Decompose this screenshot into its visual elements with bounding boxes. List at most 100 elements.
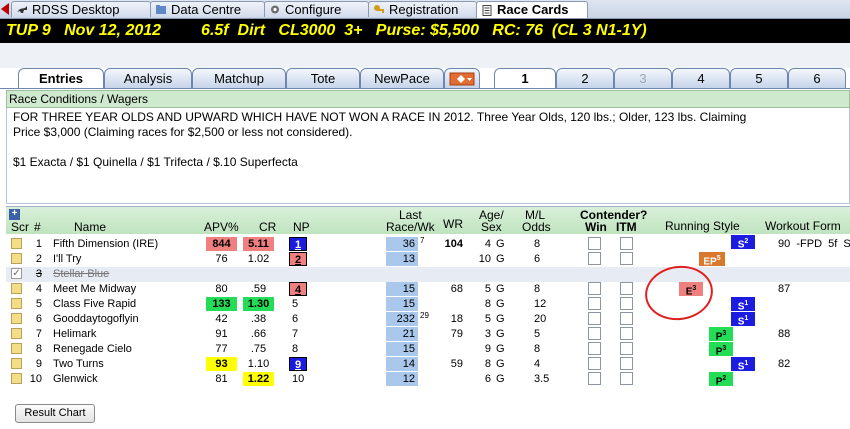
sex-value: G	[496, 358, 505, 370]
itm-checkbox[interactable]	[620, 372, 633, 385]
itm-checkbox[interactable]	[620, 357, 633, 370]
last-race-value: 15	[386, 342, 418, 356]
header-spacer	[0, 43, 850, 68]
tab-registration[interactable]: Registration	[368, 1, 477, 17]
win-checkbox[interactable]	[588, 252, 601, 265]
horse-name[interactable]: Helimark	[53, 327, 96, 341]
horse-name[interactable]: Renegade Cielo	[53, 342, 132, 356]
win-checkbox[interactable]	[588, 297, 601, 310]
cr-value: 1.02	[247, 253, 270, 265]
morning-line-odds: 4	[534, 358, 541, 370]
running-style-badge: S2	[731, 235, 755, 250]
win-checkbox[interactable]	[588, 327, 601, 340]
tab-data-centre[interactable]: Data Centre	[150, 1, 265, 17]
itm-checkbox[interactable]	[620, 327, 633, 340]
horse-name[interactable]: Fifth Dimension (IRE)	[53, 237, 158, 251]
tab-race-4[interactable]: 4	[672, 68, 730, 88]
workout-value: 82	[778, 358, 791, 370]
horse-number: 8	[35, 343, 42, 355]
tab-race-3[interactable]: 3	[614, 68, 672, 88]
race-conditions-panel: FOR THREE YEAR OLDS AND UPWARD WHICH HAV…	[6, 108, 850, 204]
scratch-checkbox[interactable]	[11, 343, 22, 354]
conditions-line-1: FOR THREE YEAR OLDS AND UPWARD WHICH HAV…	[13, 110, 747, 124]
tab-analysis[interactable]: Analysis	[104, 68, 192, 88]
horse-name[interactable]: Stellar Blue	[53, 267, 109, 281]
np-value: 4	[289, 282, 307, 296]
win-checkbox[interactable]	[588, 357, 601, 370]
workout-value: 90 -FPD 5f S	[778, 238, 850, 250]
scratch-checkbox[interactable]	[11, 253, 22, 264]
age-value: 4	[484, 238, 491, 250]
np-value: 2	[289, 252, 307, 266]
scratch-checkbox[interactable]	[11, 328, 22, 339]
tab-entries[interactable]: Entries	[18, 68, 104, 89]
scratch-checkbox[interactable]	[11, 283, 22, 294]
horse-number: 1	[35, 238, 42, 250]
horse-name[interactable]: Meet Me Midway	[53, 282, 136, 296]
wr-value: 68	[450, 283, 463, 295]
col-itm: ITM	[616, 220, 637, 234]
horse-name[interactable]: Two Turns	[53, 357, 104, 371]
age-value: 5	[484, 313, 491, 325]
tab-label: Race Cards	[497, 2, 569, 17]
race-menu-button[interactable]	[444, 68, 480, 88]
col-name: Name	[74, 220, 107, 234]
win-checkbox[interactable]	[588, 312, 601, 325]
apv-value: 91	[215, 328, 228, 340]
key-icon	[374, 5, 384, 13]
morning-line-odds: 8	[534, 343, 541, 355]
tab-race-1[interactable]: 1	[494, 68, 556, 88]
itm-checkbox[interactable]	[620, 342, 633, 355]
expand-plus-icon[interactable]: +	[9, 209, 20, 220]
col-np: NP	[293, 220, 310, 234]
col-last-bottom: Race/Wk	[386, 220, 435, 234]
itm-checkbox[interactable]	[620, 312, 633, 325]
itm-checkbox[interactable]	[620, 237, 633, 250]
tab-newpace[interactable]: NewPace	[360, 68, 444, 88]
horse-name[interactable]: Glenwick	[53, 372, 98, 386]
itm-checkbox[interactable]	[620, 282, 633, 295]
back-arrow-icon[interactable]	[1, 3, 9, 15]
tab-race-5[interactable]: 5	[730, 68, 788, 88]
scratch-checkbox[interactable]	[11, 358, 22, 369]
tab-race-2[interactable]: 2	[556, 68, 614, 88]
gear-icon	[271, 5, 279, 14]
col-scr: Scr	[11, 220, 29, 234]
horse-number: 3	[35, 268, 42, 280]
win-checkbox[interactable]	[588, 342, 601, 355]
running-style-points: 1	[744, 300, 749, 307]
table-row: 6 Gooddaytogoflyin 42 .38 6 232 29 18 5 G 20 S1	[6, 311, 850, 327]
horse-name[interactable]: I'll Try	[53, 252, 81, 266]
last-race-value: 36	[386, 237, 418, 251]
result-chart-button[interactable]: Result Chart	[15, 404, 95, 423]
tab-race-cards[interactable]: Race Cards	[476, 1, 588, 18]
tab-divider	[0, 88, 850, 89]
horse-name[interactable]: Gooddaytogoflyin	[53, 312, 139, 326]
tab-configure[interactable]: Configure	[264, 1, 369, 17]
itm-checkbox[interactable]	[620, 252, 633, 265]
itm-checkbox[interactable]	[620, 297, 633, 310]
tab-race-6[interactable]: 6	[788, 68, 846, 88]
morning-line-odds: 3.5	[534, 373, 550, 385]
scratch-checkbox[interactable]	[11, 298, 22, 309]
win-checkbox[interactable]	[588, 237, 601, 250]
last-race-value: 13	[386, 252, 418, 266]
tab-matchup[interactable]: Matchup	[192, 68, 286, 88]
scratch-checkbox[interactable]	[11, 238, 22, 249]
win-checkbox[interactable]	[588, 282, 601, 295]
apv-value: 80	[215, 283, 228, 295]
running-style-points: 5	[716, 255, 721, 262]
horse-name[interactable]: Class Five Rapid	[53, 297, 136, 311]
apv-value: 77	[215, 343, 228, 355]
tab-tote[interactable]: Tote	[286, 68, 360, 88]
scratch-checkbox[interactable]	[11, 313, 22, 324]
last-race-value: 12	[386, 372, 418, 386]
scratch-checkbox[interactable]: ✓	[11, 268, 22, 279]
age-value: 5	[484, 283, 491, 295]
win-checkbox[interactable]	[588, 372, 601, 385]
tab-rdss-desktop[interactable]: RDSS Desktop	[11, 1, 151, 17]
morning-line-odds: 20	[534, 313, 547, 325]
tab-label: Configure	[285, 1, 342, 17]
age-value: 10	[478, 253, 491, 265]
scratch-checkbox[interactable]	[11, 373, 22, 384]
